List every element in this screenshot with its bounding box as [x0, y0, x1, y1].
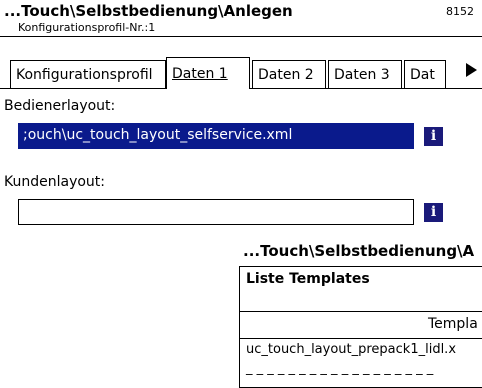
tab-label: Daten 2 — [258, 67, 314, 83]
customer-layout-input[interactable] — [18, 199, 414, 225]
popup-divider — [240, 338, 482, 339]
tab-label: Daten 3 — [334, 67, 390, 83]
tab-daten-1[interactable]: Daten 1 — [166, 57, 250, 89]
screen-code: 8152 — [446, 5, 474, 18]
tab-daten-3[interactable]: Daten 3 — [328, 60, 402, 88]
tab-label: Konfigurationsprofil — [16, 67, 153, 83]
tab-konfigurationsprofil[interactable]: Konfigurationsprofil — [10, 60, 166, 88]
tab-daten-4[interactable]: Dat — [404, 60, 446, 88]
tab-daten-2[interactable]: Daten 2 — [252, 60, 326, 88]
window-title: ...Touch\Selbstbedienung\Anlegen — [4, 2, 293, 20]
popup-heading: Liste Templates — [246, 271, 370, 287]
profile-number: Konfigurationsprofil-Nr.:1 — [18, 21, 156, 34]
list-item[interactable]: _ _ _ _ _ _ _ _ _ _ _ _ _ _ _ _ _ _ — [246, 361, 433, 376]
template-list-popup: Liste Templates Templa uc_touch_layout_p… — [239, 266, 482, 388]
tab-scroll-right-icon[interactable] — [466, 63, 477, 77]
operator-layout-input[interactable]: ;ouch\uc_touch_layout_selfservice.xml — [18, 123, 414, 149]
list-item[interactable]: uc_touch_layout_prepack1_lidl.x — [246, 342, 456, 357]
tab-label: Daten 1 — [172, 66, 228, 82]
tab-bar: Konfigurationsprofil Daten 1 Daten 2 Dat… — [0, 57, 482, 90]
operator-layout-label: Bedienerlayout: — [4, 98, 116, 114]
customer-layout-info-icon[interactable]: i — [424, 203, 443, 222]
header-divider — [0, 36, 482, 37]
popup-divider — [240, 311, 482, 312]
customer-layout-label: Kundenlayout: — [4, 174, 106, 190]
popup-title: ...Touch\Selbstbedienung\A — [243, 242, 475, 260]
operator-layout-info-icon[interactable]: i — [424, 127, 443, 146]
column-header-template[interactable]: Templa — [428, 316, 478, 332]
tab-label: Dat — [410, 67, 435, 83]
